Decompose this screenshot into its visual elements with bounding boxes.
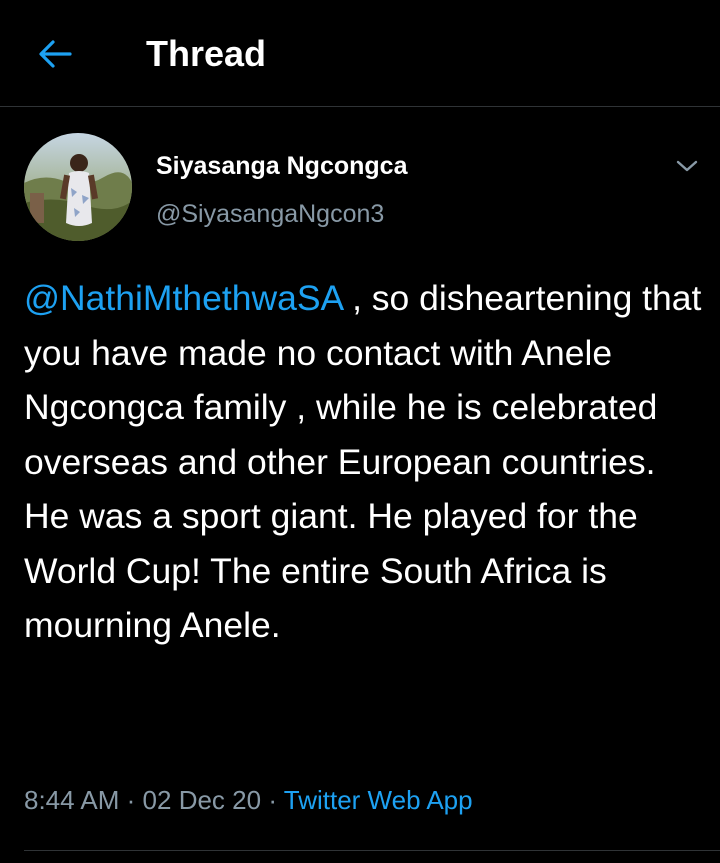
page-title: Thread <box>146 33 267 74</box>
avatar[interactable] <box>24 133 132 241</box>
author-display-name[interactable]: Siyasanga Ngcongca <box>156 151 407 181</box>
tweet: Siyasanga Ngcongca @SiyasangaNgcon3 @Nat… <box>0 107 720 847</box>
meta-separator: · <box>268 785 277 815</box>
mention-link[interactable]: @NathiMthethwaSA <box>24 278 342 318</box>
tweet-metadata: 8:44 AM · 02 Dec 20 · Twitter Web App <box>24 783 473 817</box>
divider <box>24 850 720 851</box>
tweet-time: 8:44 AM <box>24 785 120 815</box>
thread-header: Thread <box>0 0 720 107</box>
author-handle[interactable]: @SiyasangaNgcon3 <box>156 199 384 229</box>
tweet-menu-button[interactable] <box>670 149 704 183</box>
meta-separator: · <box>126 785 136 815</box>
back-button[interactable] <box>32 34 78 74</box>
tweet-text: @NathiMthethwaSA , so disheartening that… <box>24 271 704 653</box>
tweet-body: , so disheartening that you have made no… <box>24 278 702 645</box>
chevron-down-icon <box>676 160 698 172</box>
arrow-left-icon <box>39 40 72 68</box>
source-app-link[interactable]: Twitter Web App <box>284 785 473 815</box>
tweet-date: 02 Dec 20 <box>142 785 262 815</box>
